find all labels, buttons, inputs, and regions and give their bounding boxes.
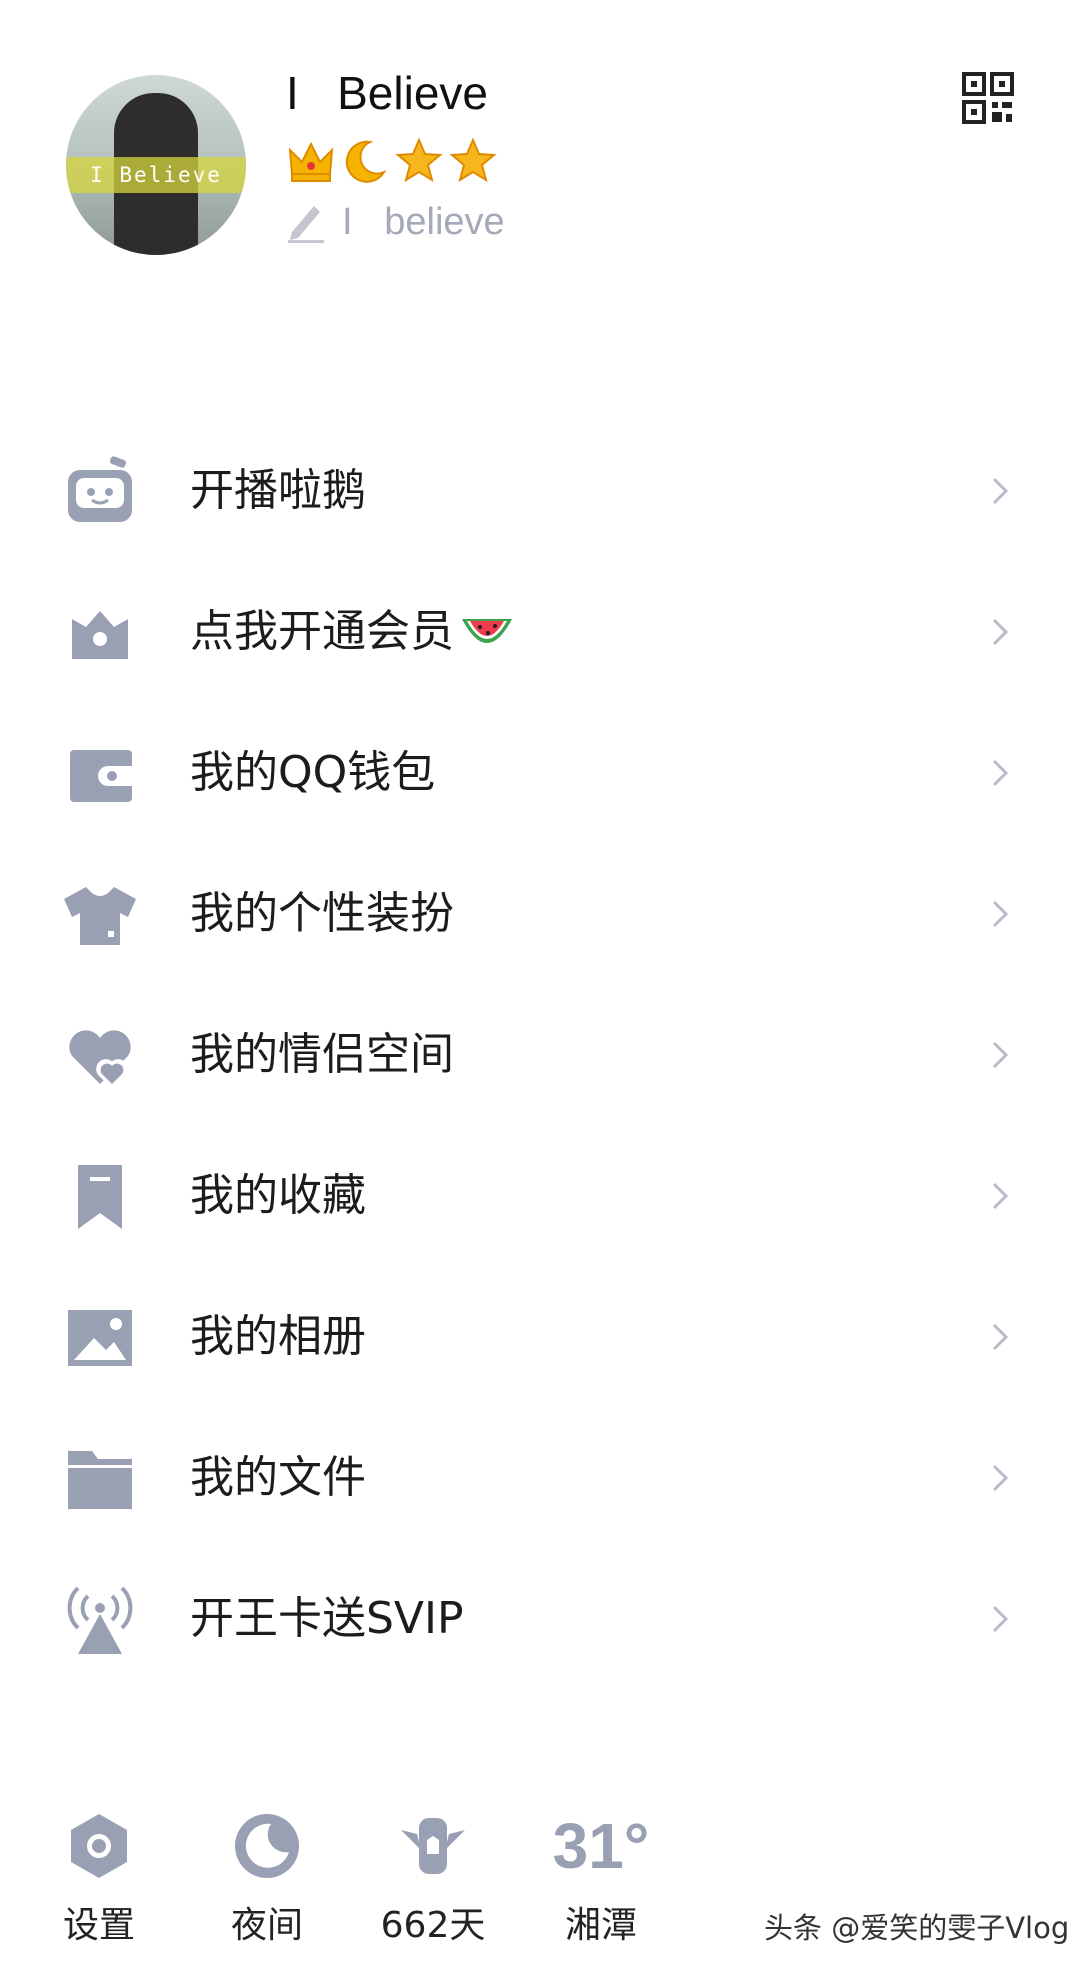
menu-item-album[interactable]: 我的相册	[0, 1266, 1079, 1407]
menu-item-live[interactable]: 开播啦鹅	[0, 420, 1079, 561]
menu-label: 我的个性装扮	[190, 888, 454, 939]
menu-list: 开播啦鹅 点我开通会员 我的QQ钱包 我的个性装扮 我的情侣空间 我的收藏 我的…	[0, 420, 1079, 1689]
penguin-wings-icon	[401, 1818, 465, 1874]
watermelon-icon	[462, 619, 512, 643]
settings-button[interactable]: 设置	[44, 1810, 154, 1948]
gear-icon	[71, 1814, 127, 1878]
chevron-right-icon	[992, 1041, 1009, 1069]
chevron-right-icon	[992, 759, 1009, 787]
days-label: 662天	[380, 1905, 486, 1946]
chevron-right-icon	[992, 1323, 1009, 1351]
star-icon	[448, 136, 498, 186]
level-badges[interactable]	[286, 136, 498, 186]
star-icon	[394, 136, 444, 186]
vip-crown-icon	[72, 611, 128, 659]
qr-code-icon[interactable]	[962, 72, 1014, 124]
chevron-right-icon	[992, 1464, 1009, 1492]
days-button[interactable]: 662天	[378, 1810, 488, 1948]
night-label: 夜间	[230, 1905, 303, 1946]
hearts-icon	[69, 1030, 131, 1089]
menu-label: 我的情侣空间	[190, 1029, 454, 1080]
menu-item-couple[interactable]: 我的情侣空间	[0, 984, 1079, 1125]
avatar[interactable]: I Believe	[66, 75, 246, 255]
chevron-right-icon	[992, 900, 1009, 928]
moon-icon	[340, 136, 390, 186]
pencil-icon	[288, 206, 324, 243]
signature-text: I believe	[342, 200, 505, 243]
menu-item-king-card[interactable]: 开王卡送SVIP	[0, 1548, 1079, 1689]
chevron-right-icon	[992, 1182, 1009, 1210]
folder-icon	[68, 1451, 132, 1509]
crown-icon	[286, 136, 336, 186]
profile-name[interactable]: I Believe	[286, 66, 488, 120]
bookmark-icon	[78, 1165, 122, 1229]
menu-label: 开王卡送SVIP	[190, 1593, 464, 1644]
tshirt-icon	[64, 887, 136, 945]
watermark: 头条 @爱笑的雯子Vlog	[764, 1911, 1070, 1945]
menu-label: 点我开通会员	[190, 561, 516, 702]
menu-item-wallet[interactable]: 我的QQ钱包	[0, 702, 1079, 843]
profile-header: I Believe I Believe I believe	[0, 0, 1079, 300]
live-robot-icon	[68, 456, 132, 522]
menu-label: 我的文件	[190, 1452, 366, 1503]
menu-label: 我的QQ钱包	[190, 747, 436, 798]
menu-item-files[interactable]: 我的文件	[0, 1407, 1079, 1548]
menu-label: 我的收藏	[190, 1170, 366, 1221]
moon-icon	[235, 1814, 299, 1878]
weather-temperature: 31°	[552, 1810, 650, 1882]
settings-label: 设置	[62, 1905, 135, 1946]
wallet-icon	[70, 750, 132, 802]
bottom-dock: 设置 夜间 662天 31° 湘潭	[0, 1810, 1079, 1973]
photo-icon	[68, 1310, 132, 1366]
night-mode-button[interactable]: 夜间	[212, 1810, 322, 1948]
chevron-right-icon	[992, 1605, 1009, 1633]
menu-item-vip[interactable]: 点我开通会员	[0, 561, 1079, 702]
signature[interactable]: I believe	[286, 200, 505, 244]
avatar-text: I Believe	[90, 163, 222, 187]
weather-widget[interactable]: 31° 湘潭	[546, 1810, 656, 1948]
menu-label: 开播啦鹅	[190, 465, 366, 516]
menu-label: 我的相册	[190, 1311, 366, 1362]
chevron-right-icon	[992, 618, 1009, 646]
menu-item-favorites[interactable]: 我的收藏	[0, 1125, 1079, 1266]
weather-city: 湘潭	[564, 1905, 637, 1946]
chevron-right-icon	[992, 477, 1009, 505]
menu-item-theme[interactable]: 我的个性装扮	[0, 843, 1079, 984]
signal-tower-icon	[67, 1586, 133, 1654]
